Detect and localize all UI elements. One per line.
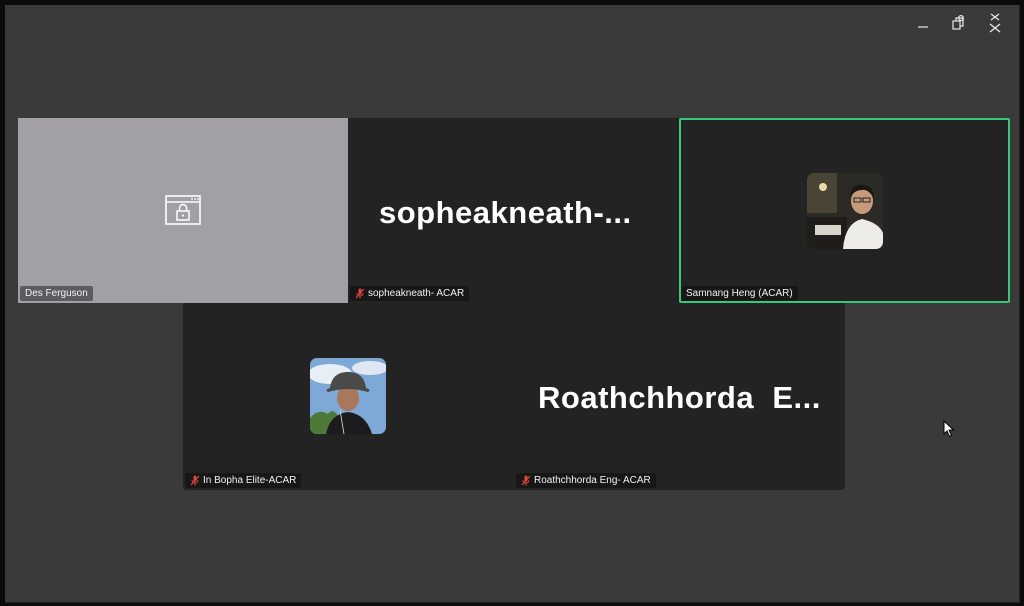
muted-microphone-icon xyxy=(355,288,365,299)
locked-video-icon xyxy=(165,195,201,225)
participant-name: Roathchhorda Eng- ACAR xyxy=(534,475,651,486)
participant-tile-in-bopha-elite[interactable]: In Bopha Elite-ACAR xyxy=(183,303,514,490)
restore-button[interactable] xyxy=(941,11,977,35)
participant-name-tag: Roathchhorda Eng- ACAR xyxy=(516,473,656,488)
minimize-button[interactable] xyxy=(905,11,941,35)
participant-name-tag: Samnang Heng (ACAR) xyxy=(681,286,798,301)
participant-name-tag: sopheakneath- ACAR xyxy=(350,286,470,301)
participant-tile-sopheakneath[interactable]: sopheakneath-... sopheakneath- ACAR xyxy=(348,118,679,303)
participant-name-tag: Des Ferguson xyxy=(20,286,93,301)
close-button[interactable] xyxy=(977,11,1013,35)
close-icon xyxy=(989,13,1001,33)
avatar-photo xyxy=(807,173,883,249)
participant-tile-samnang-heng[interactable]: Samnang Heng (ACAR) xyxy=(679,118,1010,303)
participant-name: Des Ferguson xyxy=(25,288,88,299)
participant-name: In Bopha Elite-ACAR xyxy=(203,475,297,486)
participant-tile-des-ferguson[interactable]: Des Ferguson xyxy=(18,118,348,303)
participant-display-name: Roathchhorda E... xyxy=(538,380,821,415)
participant-name: sopheakneath- ACAR xyxy=(368,288,465,299)
mouse-cursor-icon xyxy=(943,420,955,438)
muted-microphone-icon xyxy=(521,475,531,486)
avatar-photo xyxy=(310,358,386,434)
minimize-icon xyxy=(918,26,928,28)
participant-display-name: sopheakneath-... xyxy=(379,195,632,230)
participant-tile-roathchhorda-eng[interactable]: Roathchhorda E... Roathchhorda Eng- ACAR xyxy=(514,303,845,490)
window-controls xyxy=(905,9,1013,37)
participant-name-tag: In Bopha Elite-ACAR xyxy=(185,473,302,488)
participant-name: Samnang Heng (ACAR) xyxy=(686,288,793,299)
muted-microphone-icon xyxy=(190,475,200,486)
restore-icon xyxy=(952,15,964,30)
avatar xyxy=(310,358,386,434)
avatar xyxy=(807,173,883,249)
zoom-meeting-window: Des Ferguson sopheakneath-... sopheaknea… xyxy=(5,5,1020,603)
